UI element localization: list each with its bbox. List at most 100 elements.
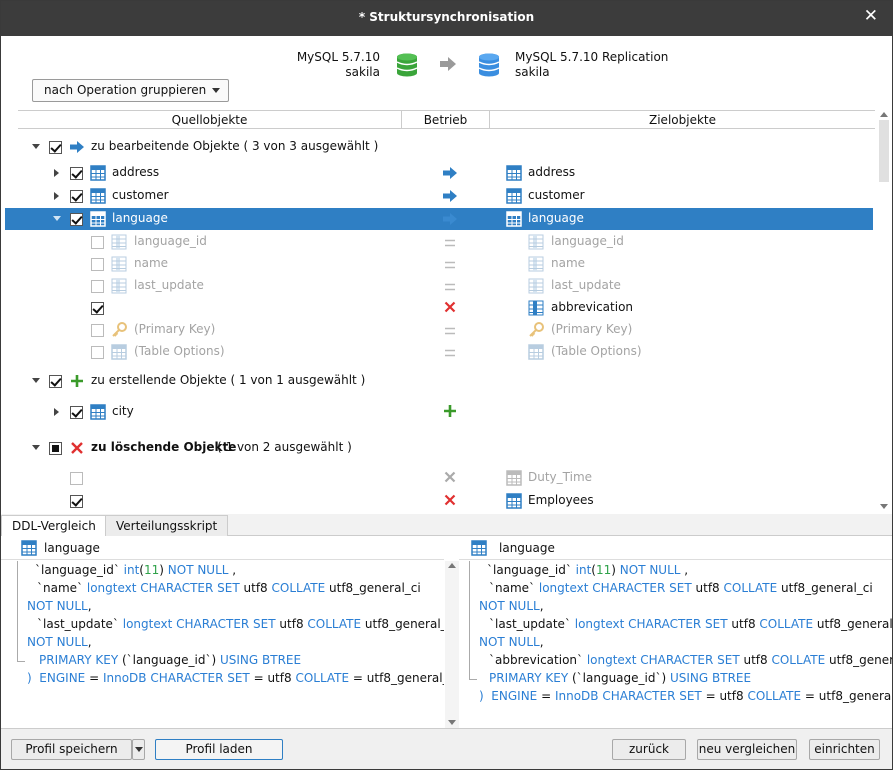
target-object-name: customer [528,188,585,202]
target-server: MySQL 5.7.10 Replication [515,50,669,64]
row-checkbox[interactable] [70,213,83,226]
group-by-value: nach Operation gruppieren [44,83,207,97]
expand-toggle[interactable] [53,216,61,221]
table-icon [506,493,522,509]
target-database-icon [478,53,500,77]
tree-scrollbar[interactable] [876,110,892,512]
column-target[interactable]: Zielobjekte [490,113,875,127]
source-object-name: language [112,211,168,225]
row-checkbox[interactable] [70,472,83,485]
column-icon [111,234,127,250]
scroll-thumb[interactable] [879,120,889,182]
target-object-name: Employees [528,493,594,507]
tree-row-language[interactable]: language language [5,208,873,230]
expand-toggle[interactable] [32,144,40,149]
tree-row-field[interactable]: abbrevication [5,297,873,319]
plus-icon [69,373,85,389]
expand-toggle[interactable] [54,169,59,177]
group-checkbox[interactable] [49,442,62,455]
equal-icon [442,322,458,338]
delete-x-icon [442,300,458,316]
equal-icon [442,344,458,360]
source-object-name: customer [112,188,169,202]
table-options-icon [528,344,544,360]
row-checkbox[interactable] [91,302,104,315]
row-checkbox[interactable] [91,258,104,271]
tab-ddl-compare[interactable]: DDL-Vergleich [1,515,107,536]
row-checkbox[interactable] [91,280,104,293]
ddl-source-title: language [44,541,100,555]
load-profile-button[interactable]: Profil laden [155,739,283,760]
group-row-create[interactable]: zu erstellende Objekte ( 1 von 1 ausgewä… [5,370,873,392]
sync-window: * Struktursynchronisation ✕ MySQL 5.7.10… [0,0,893,770]
row-checkbox[interactable] [70,406,83,419]
direction-arrow-icon [440,57,456,74]
close-icon[interactable]: ✕ [864,8,878,25]
ddl-target-header: language [459,537,892,560]
group-checkbox[interactable] [49,375,62,388]
group-by-select[interactable]: nach Operation gruppieren [32,79,229,102]
row-checkbox[interactable] [91,236,104,249]
expand-toggle[interactable] [32,378,40,383]
row-checkbox[interactable] [70,167,83,180]
expand-toggle[interactable] [54,408,59,416]
source-database-icon [396,53,418,77]
column-icon [111,278,127,294]
bottom-tabs: DDL-Vergleich Verteilungsskript [1,514,892,536]
title-bar: * Struktursynchronisation ✕ [1,1,892,36]
scroll-down-icon[interactable] [880,504,888,509]
footer-bar: Profil speichern Profil laden zurück neu… [1,728,892,769]
scroll-up-icon[interactable] [880,112,888,117]
tree-row-address[interactable]: address address [5,162,873,184]
tab-deploy-script[interactable]: Verteilungsskript [105,515,229,536]
tree-row-field[interactable]: (Table Options) (Table Options) [5,341,873,363]
group-row-modify[interactable]: zu bearbeitende Objekte ( 3 von 3 ausgew… [5,136,873,158]
tree-row-field[interactable]: language_id language_id [5,231,873,253]
tree-row-field[interactable]: name name [5,253,873,275]
target-object-name: address [528,165,576,179]
tree-row-city[interactable]: city [5,401,873,423]
table-icon [21,540,37,556]
expand-toggle[interactable] [54,192,59,200]
tree-column-header: Quellobjekte Betrieb Zielobjekte [18,110,875,129]
column-operation[interactable]: Betrieb [402,113,489,127]
group-count: ( 1 von 2 ausgewählt ) [217,440,352,454]
group-row-delete[interactable]: zu löschende Objekte ( 1 von 2 ausgewähl… [5,437,873,459]
group-checkbox[interactable] [49,141,62,154]
delete-x-icon [442,493,458,509]
group-label: zu erstellende Objekte ( 1 von 1 ausgewä… [91,373,366,387]
update-arrow-icon [442,166,458,182]
row-checkbox[interactable] [70,495,83,508]
row-checkbox[interactable] [91,324,104,337]
save-profile-dropdown[interactable] [132,739,145,760]
tree-row-field[interactable]: last_update last_update [5,275,873,297]
compare-again-button[interactable]: neu vergleichen [697,739,797,760]
equal-icon [442,256,458,272]
row-checkbox[interactable] [70,190,83,203]
tree-row-duty-time[interactable]: Duty_Time [5,467,873,489]
update-arrow-icon [442,212,458,228]
scroll-up-icon[interactable] [448,563,456,568]
expand-toggle[interactable] [32,445,40,450]
scroll-down-icon[interactable] [448,720,456,725]
ddl-source-scrollbar[interactable] [445,561,459,728]
target-field-name: last_update [551,278,621,292]
ddl-target-code[interactable]: `language_id` int(11) NOT NULL , `name` … [459,561,892,727]
ddl-target-pane: language `language_id` int(11) NOT NULL … [459,537,892,727]
equal-icon [442,278,458,294]
tree-row-customer[interactable]: customer customer [5,185,873,207]
row-checkbox[interactable] [91,346,104,359]
chevron-down-icon [135,747,143,752]
save-profile-button[interactable]: Profil speichern [11,739,132,760]
key-icon [528,322,544,338]
tree-row-employees[interactable]: Employees [5,490,873,512]
ddl-target-title: language [499,541,555,555]
setup-button[interactable]: einrichten [809,739,880,760]
back-button[interactable]: zurück [612,739,686,760]
table-icon [506,188,522,204]
tree-row-field[interactable]: (Primary Key) (Primary Key) [5,319,873,341]
source-field-name: (Table Options) [134,344,225,358]
column-source[interactable]: Quellobjekte [18,113,401,127]
update-arrow-icon [442,189,458,205]
ddl-source-code[interactable]: `language_id` int(11) NOT NULL , `name` … [1,561,444,727]
